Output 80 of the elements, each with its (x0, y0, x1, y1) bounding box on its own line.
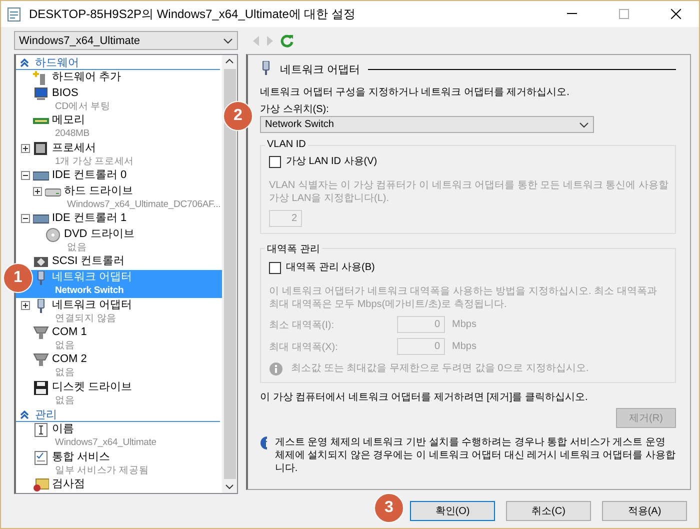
minimize-icon[interactable] (567, 13, 577, 15)
tree-item[interactable]: 네트워크 어댑터 연결되지 않음 (16, 298, 222, 325)
window-title: DESKTOP-85H9S2P의 Windows7_x64_Ultimate에 대한 설정 (29, 6, 357, 22)
item-label: COM 2 (52, 353, 87, 366)
item-label: BIOS (52, 86, 80, 100)
group-title: 대역폭 관리 (265, 242, 322, 256)
unit-label: Mbps (452, 341, 476, 352)
item-label: 하드 드라이브 (64, 184, 134, 198)
item-detail: 일부 서비스가 제공됨 (54, 464, 149, 477)
info-icon (269, 362, 283, 376)
item-detail: Network Switch (54, 284, 125, 298)
item-label: 하드웨어 추가 (52, 71, 122, 84)
item-detail: CD에서 부팅 (54, 100, 110, 113)
collapse-icon[interactable] (20, 58, 29, 66)
item-detail: 1개 가상 프로세서 (54, 154, 134, 168)
step-badge: 3 (374, 493, 404, 523)
section-label: 하드웨어 (35, 56, 79, 70)
item-label: DVD 드라이브 (64, 228, 134, 241)
dialog-button[interactable]: 취소(C) (506, 501, 591, 521)
checklist-icon (32, 450, 50, 465)
item-detail: 없음 (54, 338, 76, 352)
item-label: 이름 (52, 423, 75, 436)
bandwidth-description: 이 네트워크 어댑터가 네트워크 대역폭을 사용하는 방법을 지정하십시오. 최소 대역폭과 최대 대역폭은 모두 Mbps(메가비트/초)로 측정됩니다. (269, 285, 658, 311)
switch-dropdown[interactable]: Network Switch (260, 116, 594, 133)
port-icon (32, 353, 50, 368)
item-detail: 없음 (54, 366, 76, 380)
item-detail: Windows7_x64_Ultimate_DC706AF... (66, 198, 221, 211)
item-label: 네트워크 어댑터 (52, 298, 132, 312)
item-label: 통합 서비스 (52, 450, 112, 464)
info-icon (260, 436, 267, 450)
item-detail: 없음 (66, 240, 88, 254)
dialog-button[interactable]: 확인(O) (410, 501, 495, 521)
collapse-icon[interactable] (20, 171, 30, 180)
monitor-icon (32, 86, 50, 101)
checkbox-label: 가상 LAN ID 사용(V) (286, 155, 378, 168)
port-icon (32, 326, 50, 340)
vm-dropdown[interactable]: Windows7_x64_Ultimate (14, 31, 238, 50)
floppy-icon (32, 380, 50, 395)
switch-label: 가상 스위치(S): (260, 103, 330, 116)
close-icon[interactable] (671, 9, 681, 19)
field-label: 최소 대역폭(I): (269, 318, 335, 332)
item-detail: 없음 (54, 394, 76, 407)
expand-icon[interactable] (20, 144, 30, 153)
network-adapter-icon (260, 61, 272, 78)
item-label: COM 1 (52, 326, 87, 339)
item-label: SCSI 컨트롤러 (52, 255, 125, 268)
refresh-icon[interactable] (280, 34, 294, 48)
item-label: 네트워크 어댑터 (52, 271, 132, 284)
step-badge: 1 (3, 263, 33, 293)
item-label: IDE 컨트롤러 0 (52, 169, 127, 182)
unit-label: Mbps (452, 319, 476, 330)
controller-icon (32, 255, 50, 270)
item-detail: 2048MB (54, 127, 90, 140)
vlan-description: VLAN 식별자는 이 가상 컴퓨터가 이 네트워크 어댑터를 통한 모든 네트워크 통신에 사용할 가상 LAN을 지정합니다(L). (269, 179, 669, 205)
section-label: 관리 (35, 408, 57, 422)
item-label: 검사점 (52, 478, 85, 492)
group-title: VLAN ID (265, 139, 308, 150)
info-text: 게스트 운영 체제의 네트워크 기반 설치를 수행하려는 경우나 통합 서비스가 게스트 운영 체제에 설치되지 않은 경우에는 이 네트워크 어댑터 대신 레거시 네트워크 어댑터를 사용합니다. (274, 436, 676, 475)
item-label: 디스켓 드라이브 (52, 380, 132, 394)
item-label: 프로세서 (52, 142, 97, 155)
expand-icon[interactable] (32, 186, 42, 196)
field-label: 최대 대역폭(X): (269, 340, 339, 354)
panel-heading: 네트워크 어댑터 (280, 63, 360, 77)
item-label: IDE 컨트롤러 1 (52, 212, 127, 226)
collapse-icon[interactable] (20, 410, 29, 419)
processor-icon (32, 142, 50, 156)
intro-text: 네트워크 어댑터 구성을 지정하거나 네트워크 어댑터를 제거하십시오. (260, 86, 570, 99)
item-label: 메모리 (52, 114, 86, 128)
dialog-button[interactable]: 적용(A) (602, 501, 687, 521)
item-detail: Windows7_x64_Ultimate (54, 436, 156, 450)
disc-icon (44, 228, 62, 242)
note-text: 최소값 또는 최대값을 무제한으로 두려면 값을 0으로 지정하십시오. (291, 362, 589, 375)
remove-hint: 이 가상 컴퓨터에서 네트워크 어댑터를 제거하려면 [제거]를 클릭하십시오. (260, 391, 589, 404)
folder-icon (32, 478, 50, 492)
item-detail: 연결되지 않음 (54, 312, 118, 325)
text-cursor-icon (32, 423, 50, 438)
settings-window-icon (7, 6, 23, 22)
expand-icon[interactable] (20, 300, 30, 310)
checkbox-label: 대역폭 관리 사용(B) (286, 261, 375, 274)
collapse-icon[interactable] (20, 214, 30, 224)
